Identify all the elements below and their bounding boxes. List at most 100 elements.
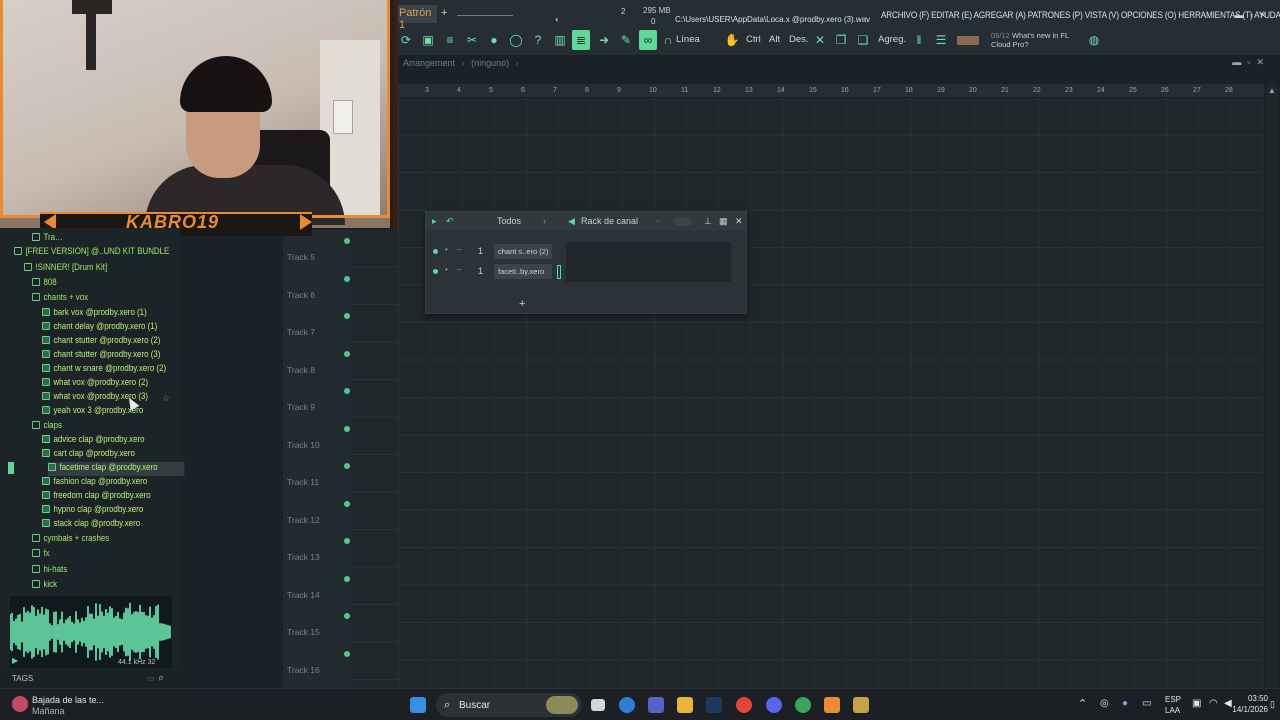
mic-icon[interactable]: ●	[485, 30, 503, 50]
track-header[interactable]: Track 10	[287, 424, 351, 462]
track-header[interactable]: Track 5	[287, 236, 351, 274]
browser-folder[interactable]: chants + vox	[32, 292, 88, 306]
mixer-track-number[interactable]: 1	[478, 246, 483, 256]
taskbar-search[interactable]: ⌕ Buscar	[436, 693, 582, 717]
rack-toggle[interactable]	[674, 217, 692, 226]
snap-line-select[interactable]: Línea	[676, 34, 700, 45]
track-header[interactable]: Track 11	[287, 461, 351, 499]
channel-filter[interactable]: Todos	[497, 216, 521, 226]
scroll-up-icon[interactable]: ▲	[1268, 86, 1276, 95]
steam-icon[interactable]	[706, 697, 722, 713]
help-icon[interactable]: ?	[529, 30, 547, 50]
track-lane-strip[interactable]	[351, 230, 398, 688]
folder-icon[interactable]: ▭	[146, 673, 155, 684]
start-icon[interactable]	[410, 697, 426, 713]
browser-folder[interactable]: hi-hats	[32, 564, 67, 578]
browser-folder[interactable]: claps	[32, 420, 62, 434]
clock-date[interactable]: 14/1/2026	[1225, 705, 1268, 714]
pan-knob-icon[interactable]: •	[445, 265, 448, 274]
browser-file[interactable]: fashion clap @prodby.xero	[42, 476, 147, 490]
track-header[interactable]: Track 16	[287, 649, 351, 687]
browser-file[interactable]: facetime clap @prodby.xero	[48, 462, 185, 476]
track-mute-led[interactable]	[344, 425, 350, 432]
track-header[interactable]: Track 6	[287, 274, 351, 312]
weather-icon[interactable]	[12, 696, 28, 712]
track-header[interactable]: Track 13	[287, 536, 351, 574]
arrangement-name[interactable]: (ninguno)	[471, 58, 509, 68]
browser-file[interactable]: chant stutter @prodby.xero (3)	[42, 349, 160, 363]
playlist-minimize-icon[interactable]: ▬	[1232, 57, 1247, 67]
hand-icon[interactable]: ✋	[723, 30, 741, 50]
track-mute-led[interactable]	[344, 538, 350, 544]
track-header[interactable]: Track 8	[287, 349, 351, 387]
chrome-icon[interactable]	[736, 697, 752, 713]
playlist-grid[interactable]	[398, 98, 1264, 688]
task-view-icon[interactable]	[591, 699, 605, 711]
pattern-mode-icon[interactable]: ≣	[572, 30, 590, 50]
browser-folder[interactable]: Tra…	[32, 232, 63, 246]
browser-search-icon[interactable]: ⌕	[158, 672, 164, 685]
discord-icon[interactable]	[766, 697, 782, 713]
keyboard-tray-icon[interactable]: ▭	[1142, 698, 1151, 709]
cut-icon[interactable]: ✂	[463, 30, 481, 50]
track-mute-led[interactable]	[344, 500, 350, 507]
track-mute-led[interactable]	[344, 238, 350, 244]
channel-select-indicator[interactable]	[557, 265, 561, 279]
minimize-icon[interactable]: ▬	[1235, 10, 1250, 20]
playlist-window-controls[interactable]: ▬▫✕	[1232, 57, 1270, 68]
mixer-icon[interactable]: ≡	[441, 30, 459, 50]
browser-folder[interactable]: cymbals + crashes	[32, 533, 109, 547]
clock-time[interactable]: 03:50	[1232, 694, 1268, 703]
volume-knob-icon[interactable]: –	[457, 245, 461, 254]
track-mute-led[interactable]	[344, 388, 350, 394]
monitor-tray-icon[interactable]: ▣	[1192, 698, 1201, 709]
wifi-tray-icon[interactable]: ◠	[1209, 698, 1218, 709]
track-mute-led[interactable]	[344, 350, 350, 357]
magnet-icon[interactable]: ∩	[659, 30, 677, 50]
copilot-icon[interactable]	[619, 697, 635, 713]
browser-file[interactable]: hypno clap @prodby.xero	[42, 504, 143, 518]
alt-button[interactable]: Alt	[769, 34, 780, 45]
track-header[interactable]: Track 14	[287, 574, 351, 612]
window-controls[interactable]: ▬▫✕	[1235, 10, 1273, 21]
channel-name-button[interactable]: faceti..by.xero	[494, 264, 552, 279]
main-menu[interactable]: ARCHIVO (F) EDITAR (E) AGREGAR (A) PATRO…	[881, 10, 1280, 21]
track-mute-led[interactable]	[344, 313, 350, 319]
news-panel[interactable]: 09/12 What's new in FL Cloud Pro?	[991, 31, 1069, 49]
fl-studio-2-icon[interactable]	[853, 697, 869, 713]
track-mute-led[interactable]	[344, 275, 350, 282]
network-tray-icon[interactable]: ◎	[1100, 698, 1109, 709]
notification-icon[interactable]: ▯	[1270, 699, 1275, 710]
fader-icon[interactable]: ‖	[910, 30, 928, 50]
track-header[interactable]: Track 7	[287, 311, 351, 349]
browser-folder[interactable]: fx	[32, 548, 50, 562]
loop-icon[interactable]: ⟳	[397, 30, 415, 50]
list-icon[interactable]: ☰	[932, 30, 950, 50]
language-secondary[interactable]: LAA	[1165, 706, 1180, 715]
browser-file[interactable]: what vox @prodby.xero (2)	[42, 377, 148, 391]
link-icon[interactable]: ∞	[639, 30, 657, 50]
favorite-star-icon[interactable]: ☆	[162, 393, 170, 404]
ctrl-button[interactable]: Ctrl	[746, 34, 761, 45]
track-mute-led[interactable]	[344, 613, 350, 619]
track-header[interactable]: Track 15	[287, 611, 351, 649]
add-channel-icon[interactable]: +	[519, 298, 525, 310]
browser-toggle-icon[interactable]: ▥	[551, 30, 569, 50]
browser-file[interactable]: freedom clap @prodby.xero	[42, 490, 151, 504]
browser-folder[interactable]: 808	[32, 277, 57, 291]
waveform-preview[interactable]	[10, 596, 172, 668]
playlist-scrollbar[interactable]	[1266, 84, 1278, 688]
filter-arrow-icon[interactable]: ›	[543, 216, 546, 226]
browser-file[interactable]: chant w snare @prodby.xero (2)	[42, 363, 166, 377]
timeline-ruler[interactable]: 3 4 5 6 7 8 9 10 11 12 13 14 15 16 17 18 19 20 21 22 23 24 25 2…	[398, 84, 1264, 98]
browser-file[interactable]: chant delay @prodby.xero (1)	[42, 321, 157, 335]
track-header[interactable]: Track 12	[287, 499, 351, 537]
play-arrow-icon[interactable]: ➜	[595, 30, 613, 50]
rack-undo-icon[interactable]: ↶	[446, 216, 454, 227]
fl-studio-icon[interactable]	[824, 697, 840, 713]
mixer-track-number[interactable]: 1	[478, 266, 483, 276]
agreg-button[interactable]: Agreg.	[878, 34, 906, 45]
rack-close-icon[interactable]: ✕	[735, 216, 743, 227]
track-mute-led[interactable]	[344, 650, 350, 657]
track-mute-led[interactable]	[344, 575, 350, 582]
